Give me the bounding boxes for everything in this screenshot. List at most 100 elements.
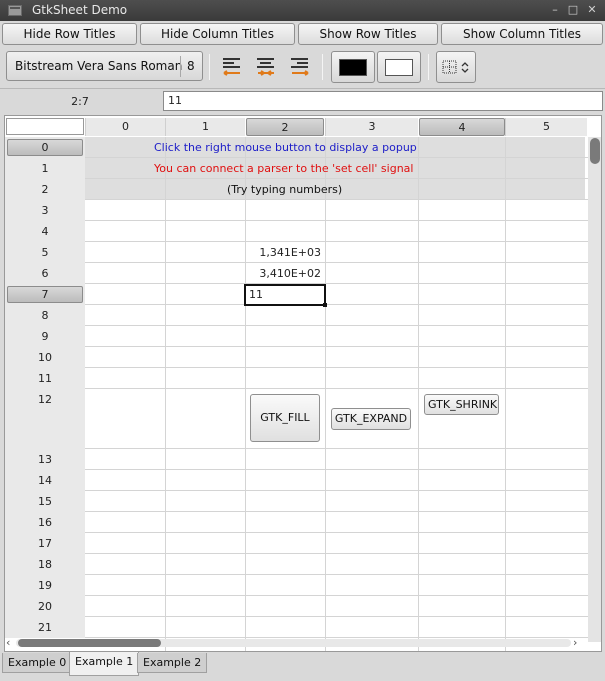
scroll-left-arrow-icon[interactable]: ‹ — [6, 636, 10, 650]
hide-row-titles-button[interactable]: Hide Row Titles — [2, 23, 137, 45]
grid-line — [85, 595, 601, 596]
toolbar-separator — [209, 54, 210, 80]
grid-line — [85, 178, 601, 179]
row-title-3[interactable]: 3 — [5, 200, 85, 221]
grid-line — [85, 553, 601, 554]
column-title-4[interactable]: 4 — [419, 118, 505, 136]
tab-example-1[interactable]: Example 1 — [69, 652, 140, 676]
column-title-3[interactable]: 3 — [325, 118, 418, 136]
grid-line — [85, 469, 601, 470]
chevron-updown-icon — [461, 62, 469, 73]
font-selector-button[interactable]: Bitstream Vera Sans Roman 8 — [6, 51, 203, 81]
grid-line — [85, 490, 601, 491]
row-title-18[interactable]: 18 — [5, 554, 85, 575]
vertical-scrollbar[interactable] — [588, 137, 601, 642]
tab-example-0[interactable]: Example 0 — [2, 653, 73, 673]
show-column-titles-button[interactable]: Show Column Titles — [441, 23, 603, 45]
grid-line — [85, 532, 601, 533]
row-title-19[interactable]: 19 — [5, 575, 85, 596]
gtk-shrink-button[interactable]: GTK_SHRINK — [424, 394, 499, 415]
grid-line — [85, 511, 601, 512]
grid-line — [85, 367, 601, 368]
column-title-2[interactable]: 2 — [246, 118, 324, 136]
row-title-12[interactable]: 12 — [5, 389, 85, 449]
row-title-label: 7 — [7, 286, 83, 303]
background-color-swatch — [385, 59, 413, 76]
fill-handle[interactable] — [323, 303, 327, 307]
toolbar-separator — [428, 54, 429, 80]
grid-line — [85, 241, 601, 242]
border-grid-icon — [442, 60, 457, 74]
grid-line — [85, 388, 601, 389]
row-title-2[interactable]: 2 — [5, 179, 85, 200]
row-title-14[interactable]: 14 — [5, 470, 85, 491]
cell-grid[interactable]: Click the right mouse button to display … — [85, 137, 601, 651]
row-title-15[interactable]: 15 — [5, 491, 85, 512]
grid-line — [85, 616, 601, 617]
grid-line — [85, 574, 601, 575]
cell-entry-input[interactable]: 11 — [163, 91, 603, 111]
parser-hint-text: You can connect a parser to the 'set cel… — [154, 162, 414, 175]
hide-column-titles-button[interactable]: Hide Column Titles — [140, 23, 295, 45]
spreadsheet[interactable]: 0 1 2 3 4 5 0 1 2 3 4 5 6 7 8 9 10 11 12… — [4, 115, 602, 652]
gtk-fill-button[interactable]: GTK_FILL — [250, 394, 320, 442]
minimize-icon[interactable]: – — [548, 3, 562, 17]
column-title-5[interactable]: 5 — [505, 118, 587, 136]
show-row-titles-button[interactable]: Show Row Titles — [298, 23, 438, 45]
row-title-6[interactable]: 6 — [5, 263, 85, 284]
row-title-7[interactable]: 7 — [5, 284, 85, 305]
row-title-11[interactable]: 11 — [5, 368, 85, 389]
row-title-4[interactable]: 4 — [5, 221, 85, 242]
cell-r5-c2[interactable]: 1,341E+03 — [245, 246, 321, 259]
row-title-17[interactable]: 17 — [5, 533, 85, 554]
sheet-corner-button[interactable] — [6, 118, 84, 135]
column-title-1[interactable]: 1 — [165, 118, 245, 136]
app-icon — [8, 5, 22, 16]
row-title-label: 0 — [7, 139, 83, 156]
vertical-scroll-thumb[interactable] — [590, 138, 600, 164]
scroll-right-arrow-icon[interactable]: › — [573, 636, 577, 650]
active-cell-editor[interactable]: 11 — [244, 284, 327, 307]
typing-hint-text: (Try typing numbers) — [227, 183, 343, 196]
align-right-icon[interactable] — [290, 56, 310, 78]
popup-hint-text: Click the right mouse button to display … — [154, 141, 417, 154]
background-color-button[interactable] — [377, 51, 421, 83]
grid-line — [85, 283, 601, 284]
row-title-13[interactable]: 13 — [5, 449, 85, 470]
grid-line — [85, 325, 601, 326]
format-toolbar: Bitstream Vera Sans Roman 8 — [0, 46, 605, 88]
foreground-color-button[interactable] — [331, 51, 375, 83]
row-title-9[interactable]: 9 — [5, 326, 85, 347]
close-icon[interactable]: ✕ — [585, 3, 599, 17]
grid-line — [85, 262, 601, 263]
align-center-icon[interactable] — [256, 56, 276, 78]
grid-line — [85, 304, 601, 305]
font-name-label: Bitstream Vera Sans Roman — [15, 59, 183, 73]
row-title-1[interactable]: 1 — [5, 158, 85, 179]
row-title-10[interactable]: 10 — [5, 347, 85, 368]
align-left-icon[interactable] — [222, 56, 242, 78]
column-title-0[interactable]: 0 — [85, 118, 165, 136]
font-size-label: 8 — [187, 59, 195, 73]
horizontal-scroll-thumb[interactable] — [18, 639, 161, 647]
row-title-21[interactable]: 21 — [5, 617, 85, 638]
window-title: GtkSheet Demo — [32, 3, 128, 17]
grid-line — [85, 448, 601, 449]
row-title-16[interactable]: 16 — [5, 512, 85, 533]
row-title-8[interactable]: 8 — [5, 305, 85, 326]
foreground-color-swatch — [339, 59, 367, 76]
horizontal-scrollbar[interactable]: ‹ › — [4, 636, 582, 650]
cell-entry-bar: 2:7 11 — [0, 88, 605, 114]
gtk-expand-button[interactable]: GTK_EXPAND — [331, 408, 411, 430]
maximize-icon[interactable]: □ — [566, 3, 580, 17]
row-title-20[interactable]: 20 — [5, 596, 85, 617]
cell-r6-c2[interactable]: 3,410E+02 — [245, 267, 321, 280]
tab-example-2[interactable]: Example 2 — [137, 653, 208, 673]
row-title-5[interactable]: 5 — [5, 242, 85, 263]
example-tabs: Example 0 Example 1 Example 2 — [0, 652, 605, 681]
grid-line — [85, 199, 601, 200]
row-title-0[interactable]: 0 — [5, 137, 85, 158]
grid-line — [85, 220, 601, 221]
border-style-button[interactable] — [436, 51, 476, 83]
toolbar-separator — [322, 54, 323, 80]
